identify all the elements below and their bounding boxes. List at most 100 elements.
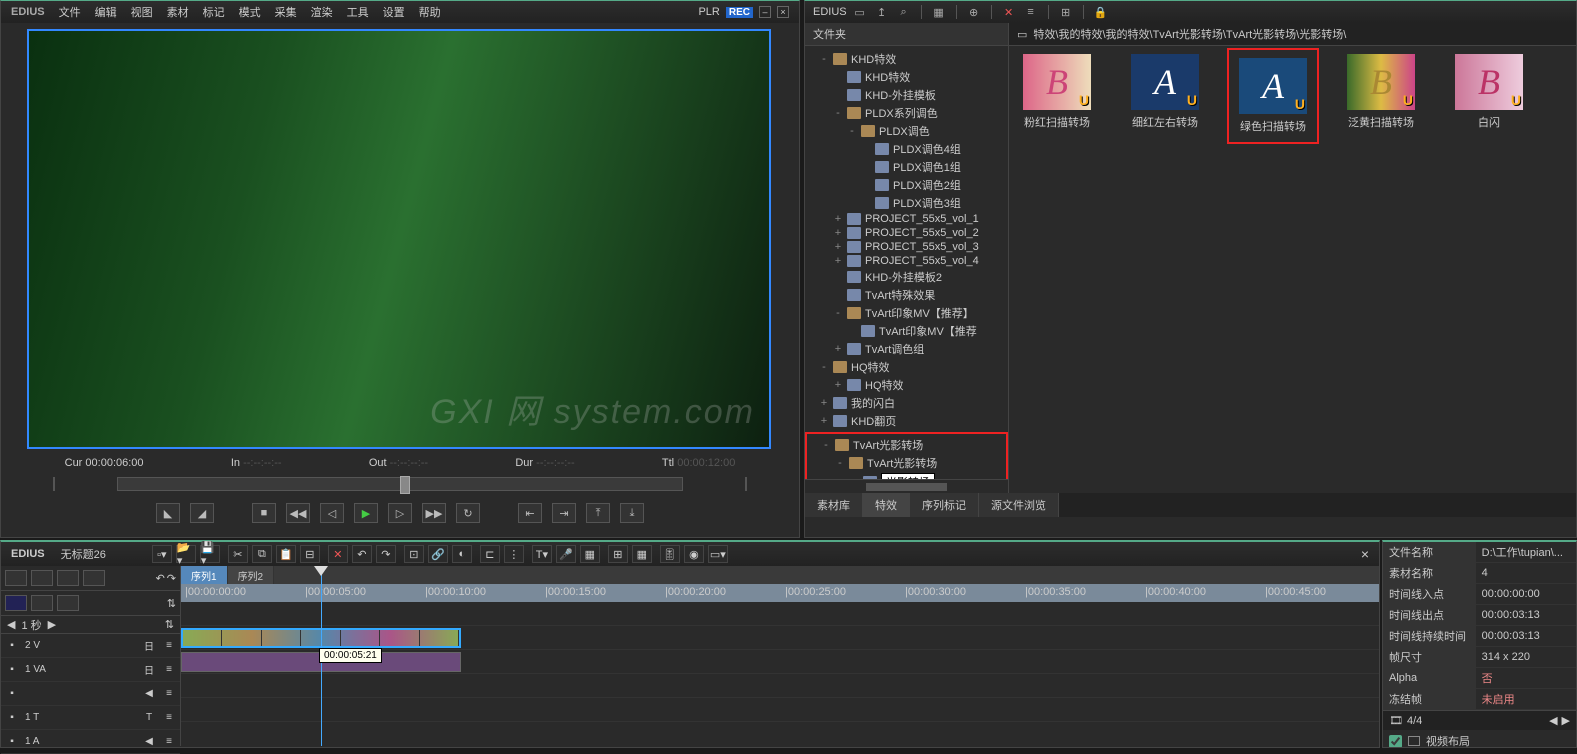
speed-slider[interactable] bbox=[53, 477, 55, 491]
marker-icon[interactable]: ▦ bbox=[632, 545, 652, 563]
track-header[interactable]: ▪1 A◀≡ bbox=[1, 730, 180, 754]
zoom-prev[interactable]: ◀ bbox=[7, 618, 15, 631]
up-icon[interactable]: ↥ bbox=[873, 4, 891, 20]
folder-tree[interactable]: -KHD特效KHD特效KHD-外挂模板-PLDX系列调色-PLDX调色PLDX调… bbox=[805, 46, 1008, 479]
menu-clip[interactable]: 素材 bbox=[167, 4, 189, 20]
menu-edit[interactable]: 编辑 bbox=[95, 4, 117, 20]
breadcrumb[interactable]: ▭ 特效\我的特效\我的特效\TvArt光影转场\TvArt光影转场\光影转场\ bbox=[1009, 23, 1576, 46]
mixer-icon[interactable]: 🎚 bbox=[660, 545, 680, 563]
menu-help[interactable]: 帮助 bbox=[419, 4, 441, 20]
menu-tools[interactable]: 工具 bbox=[347, 4, 369, 20]
scrub-slider[interactable] bbox=[117, 477, 683, 491]
tree-item[interactable]: KHD-外挂模板 bbox=[805, 86, 1008, 104]
track-menu-icon[interactable]: ≡ bbox=[162, 712, 176, 724]
seq-tab-2[interactable]: 序列2 bbox=[228, 566, 275, 584]
fforward-button[interactable]: ▶▶ bbox=[422, 503, 446, 523]
a-patch-icon[interactable] bbox=[31, 595, 53, 611]
track-1va[interactable]: 00:00:05:21 bbox=[181, 626, 1379, 650]
menu-view[interactable]: 视图 bbox=[131, 4, 153, 20]
render-icon[interactable]: ▦ bbox=[580, 545, 600, 563]
track-menu-icon[interactable]: ≡ bbox=[162, 736, 176, 748]
track-src-icon[interactable]: ▪ bbox=[5, 640, 19, 652]
props-icon[interactable]: ≡ bbox=[1022, 4, 1040, 20]
tree-item[interactable]: KHD-外挂模板2 bbox=[805, 268, 1008, 286]
prev-frame-button[interactable]: ◁ bbox=[320, 503, 344, 523]
play-button[interactable]: ▶ bbox=[354, 503, 378, 523]
tree-item[interactable]: KHD特效 bbox=[805, 68, 1008, 86]
time-ruler[interactable]: |00:00:00:00|00:00:05:00|00:00:10:00|00:… bbox=[181, 584, 1379, 602]
menu-marker[interactable]: 标记 bbox=[203, 4, 225, 20]
track-src-icon[interactable]: ▪ bbox=[5, 688, 19, 700]
overwrite-mode-icon[interactable] bbox=[31, 570, 53, 586]
effect-thumb[interactable]: BU粉红扫描转场 bbox=[1017, 54, 1097, 130]
tree-item[interactable]: -PLDX系列调色 bbox=[805, 104, 1008, 122]
copy-icon[interactable]: ⧉ bbox=[252, 545, 272, 563]
enable-icon[interactable]: ◐ bbox=[452, 545, 472, 563]
open-icon[interactable]: 📂▾ bbox=[176, 545, 196, 563]
split-icon[interactable]: ⋮ bbox=[504, 545, 524, 563]
seq-tab-1[interactable]: 序列1 bbox=[181, 566, 228, 584]
track-menu-icon[interactable]: ≡ bbox=[162, 640, 176, 652]
tree-item[interactable]: 光影转场 bbox=[807, 472, 1006, 479]
track-header[interactable]: ▪2 V日≡ bbox=[1, 634, 180, 658]
lock-tracks-icon[interactable]: ⇅ bbox=[167, 597, 176, 610]
new-icon[interactable]: ▫▾ bbox=[152, 545, 172, 563]
link-icon[interactable]: 🔗 bbox=[428, 545, 448, 563]
tree-item[interactable]: -PLDX调色 bbox=[805, 122, 1008, 140]
close-button[interactable]: × bbox=[777, 6, 789, 18]
tree-item[interactable]: +KHD翻页 bbox=[805, 412, 1008, 430]
tab-bin[interactable]: 素材库 bbox=[805, 493, 863, 517]
tree-item[interactable]: TvArt特殊效果 bbox=[805, 286, 1008, 304]
effect-check[interactable]: 视频布局 bbox=[1389, 732, 1570, 748]
tree-item[interactable]: +PROJECT_55x5_vol_4 bbox=[805, 254, 1008, 268]
v-patch-icon[interactable] bbox=[5, 595, 27, 611]
scope-icon[interactable]: ◉ bbox=[684, 545, 704, 563]
tab-markers[interactable]: 序列标记 bbox=[910, 493, 979, 517]
tree-item[interactable]: PLDX调色2组 bbox=[805, 176, 1008, 194]
track-src-icon[interactable]: ▪ bbox=[5, 736, 19, 748]
ripple-icon[interactable]: ⊟ bbox=[300, 545, 320, 563]
snap-icon[interactable]: ⊞ bbox=[608, 545, 628, 563]
tree-item[interactable]: PLDX调色4组 bbox=[805, 140, 1008, 158]
pager-prev[interactable]: ◀ bbox=[1549, 714, 1557, 727]
tab-effects[interactable]: 特效 bbox=[863, 493, 910, 517]
next-frame-button[interactable]: ▷ bbox=[388, 503, 412, 523]
save-icon[interactable]: 💾▾ bbox=[200, 545, 220, 563]
next-edit-button[interactable]: ⇥ bbox=[552, 503, 576, 523]
tree-item[interactable]: -TvArt光影转场 bbox=[807, 436, 1006, 454]
effect-thumb[interactable]: AU绿色扫描转场 bbox=[1233, 54, 1313, 138]
effect-thumb[interactable]: AU细红左右转场 bbox=[1125, 54, 1205, 130]
sync-mode-icon[interactable] bbox=[83, 570, 105, 586]
minimize-button[interactable]: – bbox=[759, 6, 771, 18]
tree-item[interactable]: TvArt印象MV【推荐 bbox=[805, 322, 1008, 340]
tree-scrollbar[interactable] bbox=[805, 479, 1008, 493]
tree-item[interactable]: PLDX调色3组 bbox=[805, 194, 1008, 212]
track-1a[interactable] bbox=[181, 698, 1379, 722]
track-menu-icon[interactable]: ≡ bbox=[162, 664, 176, 676]
insert-button[interactable]: ⤒ bbox=[586, 503, 610, 523]
redo-icon[interactable]: ↷ bbox=[376, 545, 396, 563]
fit-icon[interactable]: ⇅ bbox=[165, 618, 174, 631]
track-src-icon[interactable]: ▪ bbox=[5, 664, 19, 676]
tab-source[interactable]: 源文件浏览 bbox=[979, 493, 1059, 517]
timeline-tracks[interactable]: 序列1 序列2 |00:00:00:00|00:00:05:00|00:00:1… bbox=[181, 566, 1379, 746]
menu-render[interactable]: 渲染 bbox=[311, 4, 333, 20]
tree-item[interactable]: -HQ特效 bbox=[805, 358, 1008, 376]
stop-button[interactable]: ■ bbox=[252, 503, 276, 523]
mark-out-icon[interactable]: ◢ bbox=[190, 503, 214, 523]
redo-nav[interactable]: ↷ bbox=[167, 572, 176, 585]
pager-next[interactable]: ▶ bbox=[1562, 714, 1570, 727]
tree-item[interactable]: +HQ特效 bbox=[805, 376, 1008, 394]
title-icon[interactable]: T▾ bbox=[532, 545, 552, 563]
tree-item[interactable]: PLDX调色1组 bbox=[805, 158, 1008, 176]
tree-item[interactable]: +PROJECT_55x5_vol_2 bbox=[805, 226, 1008, 240]
menu-capture[interactable]: 采集 bbox=[275, 4, 297, 20]
tree-item[interactable]: +我的闪白 bbox=[805, 394, 1008, 412]
track-header[interactable]: ▪1 TT≡ bbox=[1, 706, 180, 730]
undo-nav[interactable]: ↶ bbox=[156, 572, 165, 585]
track-1t[interactable] bbox=[181, 674, 1379, 698]
track-menu-icon[interactable]: ≡ bbox=[162, 688, 176, 700]
group-icon[interactable]: ⊡ bbox=[404, 545, 424, 563]
replace-mode-icon[interactable] bbox=[57, 570, 79, 586]
zoom-next[interactable]: ▶ bbox=[48, 618, 56, 631]
